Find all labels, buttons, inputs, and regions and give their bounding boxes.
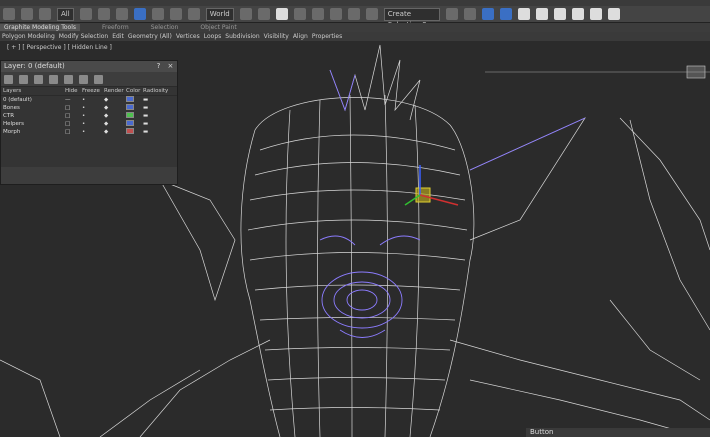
radiosity-toggle[interactable]: ▬ [143, 112, 165, 120]
hide-toggle[interactable]: — [65, 96, 82, 104]
col-hide[interactable]: Hide [65, 87, 82, 95]
freeze-toggle[interactable]: • [82, 112, 104, 120]
hide-toggle[interactable]: □ [65, 128, 82, 136]
help-icon[interactable]: ? [157, 61, 161, 72]
swatch [126, 128, 134, 134]
layer-list-header: Layers Hide Freeze Render Color Radiosit… [1, 87, 177, 96]
viewport-label[interactable]: [ + ] [ Perspective ] [ Hidden Line ] [7, 44, 112, 51]
layer-list: Layers Hide Freeze Render Color Radiosit… [1, 87, 177, 167]
col-render[interactable]: Render [104, 87, 126, 95]
render-toggle[interactable]: ◆ [104, 128, 126, 136]
col-freeze[interactable]: Freeze [82, 87, 104, 95]
render-toggle[interactable]: ◆ [104, 104, 126, 112]
freeze-all-icon[interactable] [94, 74, 103, 84]
render-toggle[interactable]: ◆ [104, 96, 126, 104]
hide-toggle[interactable]: □ [65, 104, 82, 112]
layer-row[interactable]: Morph □ • ◆ ▬ [1, 128, 177, 136]
hide-toggle[interactable]: □ [65, 112, 82, 120]
swatch [126, 120, 134, 126]
layer-row[interactable]: CTR □ • ◆ ▬ [1, 112, 177, 120]
render-toggle[interactable]: ◆ [104, 120, 126, 128]
render-toggle[interactable]: ◆ [104, 112, 126, 120]
radiosity-toggle[interactable]: ▬ [143, 120, 165, 128]
layer-name: Helpers [3, 121, 25, 127]
radiosity-toggle[interactable]: ▬ [143, 104, 165, 112]
hide-toggle[interactable]: □ [65, 120, 82, 128]
layer-panel-title: Layer: 0 (default) [4, 62, 65, 70]
create-layer-icon[interactable] [4, 74, 13, 84]
select-objects-icon[interactable] [49, 74, 58, 84]
layer-row[interactable]: Bones □ • ◆ ▬ [1, 104, 177, 112]
layer-toolbar [1, 72, 177, 87]
highlight-layer-icon[interactable] [64, 74, 73, 84]
layer-panel-titlebar[interactable]: Layer: 0 (default) ? × [1, 61, 177, 72]
camera-object[interactable] [485, 65, 710, 79]
freeze-toggle[interactable]: • [82, 104, 104, 112]
col-radiosity[interactable]: Radiosity [143, 87, 168, 95]
color-swatch[interactable] [126, 128, 143, 136]
radiosity-toggle[interactable]: ▬ [143, 96, 165, 104]
delete-layer-icon[interactable] [19, 74, 28, 84]
status-bar: Button [526, 428, 710, 437]
swatch [126, 112, 134, 118]
layer-name: Morph [3, 129, 21, 135]
layer-name: CTR [3, 113, 15, 119]
add-to-layer-icon[interactable] [34, 74, 43, 84]
swatch [126, 96, 134, 102]
col-color[interactable]: Color [126, 87, 143, 95]
freeze-toggle[interactable]: • [82, 128, 104, 136]
color-swatch[interactable] [126, 104, 143, 112]
close-icon[interactable]: × [168, 61, 174, 72]
layer-row[interactable]: 0 (default) — • ◆ ▬ [1, 96, 177, 104]
layer-name: 0 (default) [3, 97, 32, 103]
radiosity-toggle[interactable]: ▬ [143, 128, 165, 136]
layer-explorer-panel: Layer: 0 (default) ? × Layers Hide Freeze… [0, 60, 178, 185]
color-swatch[interactable] [126, 96, 143, 104]
freeze-toggle[interactable]: • [82, 120, 104, 128]
swatch [126, 104, 134, 110]
transform-gizmo[interactable] [404, 165, 459, 206]
col-layers[interactable]: Layers [3, 87, 65, 95]
freeze-toggle[interactable]: • [82, 96, 104, 104]
layer-name: Bones [3, 105, 20, 111]
color-swatch[interactable] [126, 120, 143, 128]
layer-row[interactable]: Helpers □ • ◆ ▬ [1, 120, 177, 128]
color-swatch[interactable] [126, 112, 143, 120]
hide-all-icon[interactable] [79, 74, 88, 84]
